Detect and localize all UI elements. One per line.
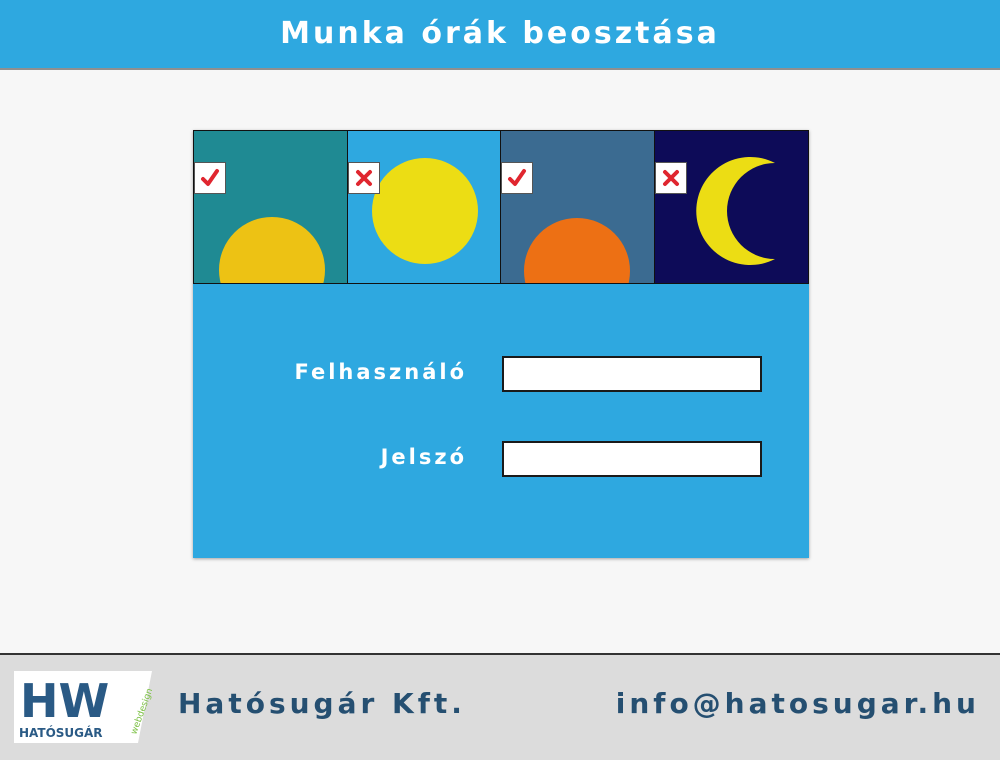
logo-name: HATÓSUGÁR [19,725,103,740]
login-card: Felhasználó Jelszó [193,130,809,558]
tile-day[interactable] [347,131,501,283]
tile-sunset[interactable] [501,131,655,283]
cross-icon [355,170,372,186]
cross-icon [662,170,679,186]
username-label: Felhasználó [294,360,467,384]
checkbox-sunrise[interactable] [194,162,226,194]
password-label: Jelszó [380,445,467,469]
password-input[interactable] [502,441,762,477]
tile-night[interactable] [654,131,808,283]
tile-sunrise[interactable] [194,131,348,283]
shift-tiles [193,130,809,284]
footer: HW HATÓSUGÁR webdesign Hatósugár Kft. in… [0,653,1000,760]
page-title: Munka órák beosztása [280,16,720,51]
checkbox-day[interactable] [347,162,380,194]
logo-letters: HW [20,674,109,728]
contact-email[interactable]: info@hatosugar.hu [616,687,980,720]
sun-icon [371,158,478,264]
checkmark-icon [508,169,526,186]
username-input[interactable] [502,356,762,392]
sunset-icon [524,218,630,283]
checkmark-icon [201,169,219,186]
company-name: Hatósugár Kft. [178,687,466,720]
header-bar: Munka órák beosztása [0,0,1000,70]
sunrise-icon [219,217,325,283]
moon-icon [695,157,775,265]
checkbox-night[interactable] [654,162,687,194]
company-logo: HW HATÓSUGÁR webdesign [14,671,152,743]
checkbox-sunset[interactable] [501,162,533,194]
